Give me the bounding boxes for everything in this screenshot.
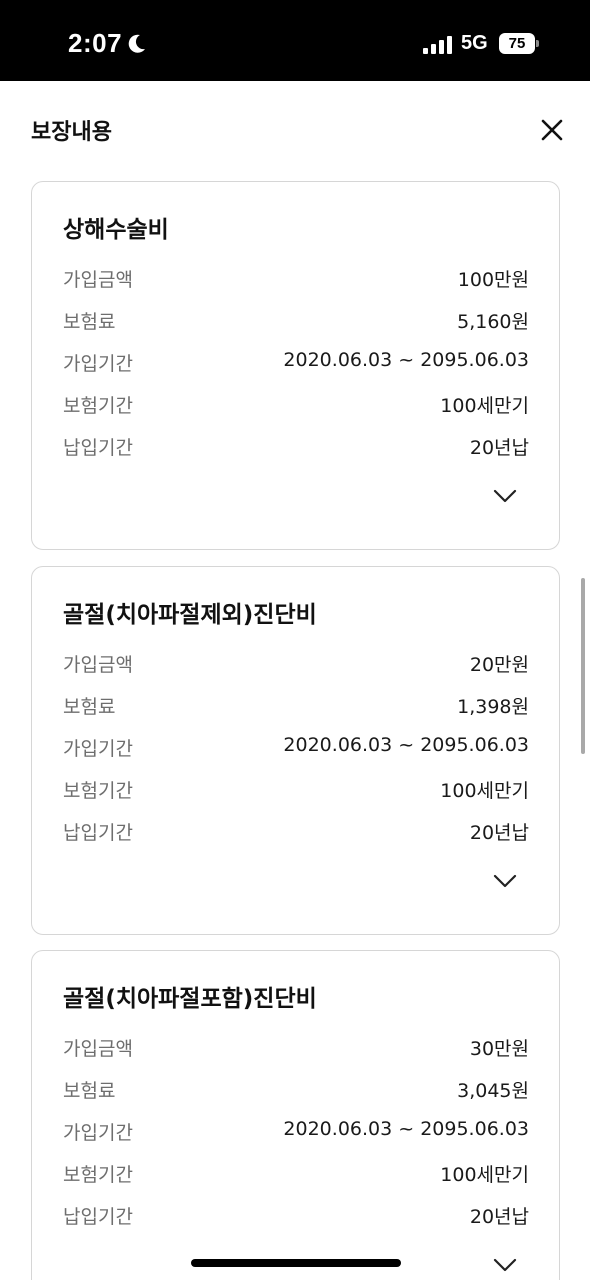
row-value: 1,398원 xyxy=(457,696,529,718)
page-title: 보장내용 xyxy=(31,120,112,145)
home-indicator[interactable] xyxy=(191,1259,401,1267)
row-premium: 보험료 5,160원 xyxy=(63,307,529,337)
moon-icon xyxy=(128,34,145,53)
row-value: 100세만기 xyxy=(440,780,529,802)
row-insurance-period: 보험기간 100세만기 xyxy=(63,1160,529,1190)
row-value: 3,045원 xyxy=(457,1080,529,1102)
close-icon[interactable] xyxy=(537,115,567,145)
chevron-down-icon[interactable] xyxy=(490,1254,520,1276)
row-value: 100세만기 xyxy=(440,1164,529,1186)
coverage-card: 골절(치아파절제외)진단비 가입금액 20만원 보험료 1,398원 가입기간 … xyxy=(31,566,560,935)
row-value: 2020.06.03 ~ 2095.06.03 xyxy=(283,734,529,756)
row-value: 30만원 xyxy=(469,1038,529,1060)
row-label: 보험료 xyxy=(63,1080,116,1102)
network-label: 5G xyxy=(461,32,488,54)
row-label: 납입기간 xyxy=(63,437,133,459)
row-premium: 보험료 1,398원 xyxy=(63,692,529,722)
coverage-title: 골절(치아파절포함)진단비 xyxy=(63,986,317,1012)
battery-level: 75 xyxy=(499,33,535,54)
row-payment-period: 납입기간 20년납 xyxy=(63,1202,529,1232)
row-subscription-amount: 가입금액 100만원 xyxy=(63,265,529,295)
row-value: 20년납 xyxy=(469,1206,529,1228)
row-label: 납입기간 xyxy=(63,1206,133,1228)
row-value: 20만원 xyxy=(469,654,529,676)
chevron-down-icon[interactable] xyxy=(490,485,520,507)
battery-cap xyxy=(536,40,539,47)
row-label: 가입기간 xyxy=(63,738,133,760)
row-label: 가입금액 xyxy=(63,654,133,676)
row-label: 보험기간 xyxy=(63,780,133,802)
row-value: 5,160원 xyxy=(457,311,529,333)
signal-icon xyxy=(423,36,452,54)
row-value: 20년납 xyxy=(469,822,529,844)
coverage-title: 상해수술비 xyxy=(63,217,169,243)
row-label: 가입금액 xyxy=(63,269,133,291)
row-value: 2020.06.03 ~ 2095.06.03 xyxy=(283,1118,529,1140)
row-label: 가입금액 xyxy=(63,1038,133,1060)
row-subscription-amount: 가입금액 30만원 xyxy=(63,1034,529,1064)
scrollbar[interactable] xyxy=(581,578,585,754)
chevron-down-icon[interactable] xyxy=(490,870,520,892)
row-label: 보험기간 xyxy=(63,1164,133,1186)
row-label: 납입기간 xyxy=(63,822,133,844)
row-value: 20년납 xyxy=(469,437,529,459)
coverage-title: 골절(치아파절제외)진단비 xyxy=(63,602,317,628)
battery-icon: 75 xyxy=(499,33,539,54)
row-value: 100세만기 xyxy=(440,395,529,417)
row-subscription-amount: 가입금액 20만원 xyxy=(63,650,529,680)
row-label: 보험기간 xyxy=(63,395,133,417)
row-label: 가입기간 xyxy=(63,1122,133,1144)
row-insurance-period: 보험기간 100세만기 xyxy=(63,776,529,806)
coverage-card: 골절(치아파절포함)진단비 가입금액 30만원 보험료 3,045원 가입기간 … xyxy=(31,950,560,1280)
status-bar: 2:07 5G 75 xyxy=(0,0,590,81)
row-label: 보험료 xyxy=(63,696,116,718)
row-payment-period: 납입기간 20년납 xyxy=(63,433,529,463)
row-payment-period: 납입기간 20년납 xyxy=(63,818,529,848)
coverage-card: 상해수술비 가입금액 100만원 보험료 5,160원 가입기간 2020.06… xyxy=(31,181,560,550)
row-subscription-period: 가입기간 2020.06.03 ~ 2095.06.03 xyxy=(63,1118,529,1148)
row-subscription-period: 가입기간 2020.06.03 ~ 2095.06.03 xyxy=(63,734,529,764)
row-label: 가입기간 xyxy=(63,353,133,375)
coverage-details-screen: 2:07 5G 75 보장내용 상해수술비 가입금액 100만원 보험료 5,1… xyxy=(0,0,590,1280)
row-value: 2020.06.03 ~ 2095.06.03 xyxy=(283,349,529,371)
status-time: 2:07 xyxy=(68,28,123,58)
row-label: 보험료 xyxy=(63,311,116,333)
row-insurance-period: 보험기간 100세만기 xyxy=(63,391,529,421)
row-value: 100만원 xyxy=(457,269,529,291)
row-subscription-period: 가입기간 2020.06.03 ~ 2095.06.03 xyxy=(63,349,529,379)
row-premium: 보험료 3,045원 xyxy=(63,1076,529,1106)
